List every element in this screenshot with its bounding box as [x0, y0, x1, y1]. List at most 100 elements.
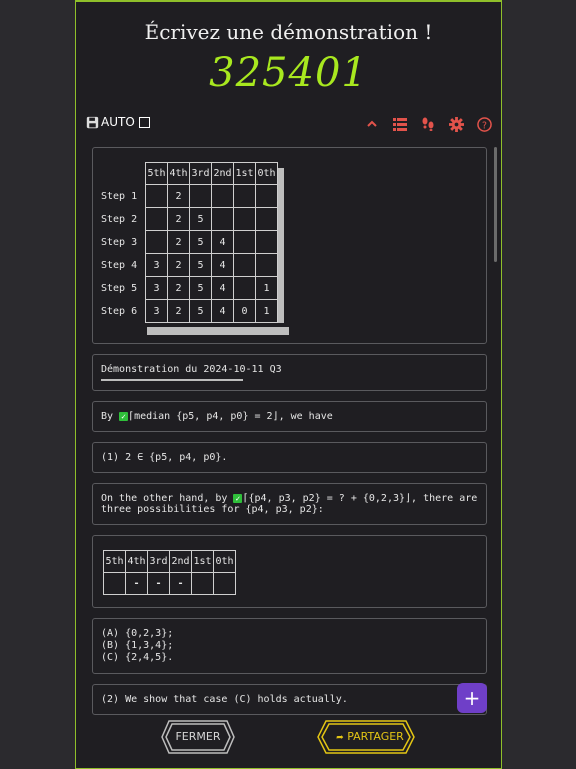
gear-icon[interactable]	[447, 115, 465, 133]
cell: 4	[211, 299, 234, 323]
cell	[255, 230, 278, 254]
cell: 2	[167, 207, 190, 231]
cell	[145, 207, 168, 231]
cell: -	[125, 572, 148, 595]
cell: 5	[189, 299, 212, 323]
cell: 3	[145, 276, 168, 300]
puzzle-code: 325401	[209, 50, 368, 96]
share-button[interactable]: ➦ PARTAGER	[317, 720, 415, 754]
para2-text: (1) 2 ∈ {p5, p4, p0}.	[101, 452, 228, 463]
scrollbar[interactable]	[494, 147, 497, 262]
row-label: Step 2	[101, 213, 138, 225]
share-text: PARTAGER	[347, 730, 404, 743]
steps-table-wrap: 5th 4th 3rd 2nd 1st 0th Step 1 2 Step 2 …	[101, 162, 478, 323]
cell: 1	[255, 276, 278, 300]
tool-icons: ?	[363, 115, 493, 133]
cell: 2	[167, 230, 190, 254]
cell: 2	[167, 253, 190, 277]
possibility-table: 5th 4th 3rd 2nd 1st 0th - - -	[103, 550, 236, 595]
cell	[213, 572, 236, 595]
chevron-up-icon[interactable]	[363, 115, 381, 133]
para1-text: ⌈median {p5, p4, p0} = 2⌋, we have	[128, 411, 333, 422]
cell	[103, 572, 126, 595]
close-button[interactable]: FERMER	[161, 720, 235, 754]
cell	[233, 230, 256, 254]
save-icon[interactable]	[86, 116, 99, 129]
close-label: FERMER	[175, 730, 221, 743]
autosave-control[interactable]: AUTO	[86, 115, 150, 129]
col-header: 1st	[233, 162, 256, 185]
col-header: 2nd	[211, 162, 234, 185]
cell	[255, 184, 278, 208]
list-icon[interactable]	[391, 115, 409, 133]
cell: 5	[189, 230, 212, 254]
col-header: 0th	[213, 550, 236, 573]
option-line: (B) {1,3,4};	[101, 640, 174, 651]
cell: 0	[233, 299, 256, 323]
cell: 3	[145, 253, 168, 277]
cell: 2	[167, 299, 190, 323]
dialog: Écrivez une démonstration ! 325401 AUTO	[75, 0, 502, 769]
cell: -	[147, 572, 170, 595]
cell	[211, 184, 234, 208]
col-header: 0th	[255, 162, 278, 185]
option-line: (A) {0,2,3};	[101, 628, 174, 639]
demo-title-card: Démonstration du 2024-10-11 Q3	[92, 354, 487, 391]
cell	[189, 184, 212, 208]
cell	[145, 184, 168, 208]
cell	[255, 253, 278, 277]
demo-title: Démonstration du 2024-10-11 Q3	[101, 364, 282, 375]
row-label: Step 6	[101, 305, 138, 317]
col-header: 3rd	[189, 162, 212, 185]
help-icon[interactable]: ?	[475, 115, 493, 133]
table-shadow-right	[278, 168, 284, 323]
options-card: (A) {0,2,3}; (B) {1,3,4}; (C) {2,4,5}.	[92, 618, 487, 674]
check-icon: ✓	[119, 411, 129, 421]
cell: 5	[189, 276, 212, 300]
add-button[interactable]: +	[457, 683, 487, 713]
para1-prefix: By	[101, 411, 120, 422]
proof-content[interactable]: 5th 4th 3rd 2nd 1st 0th Step 1 2 Step 2 …	[92, 147, 487, 717]
table-shadow-bottom	[147, 327, 289, 335]
cell	[233, 253, 256, 277]
row-label: Step 1	[101, 190, 138, 202]
cell: 2	[167, 184, 190, 208]
col-header: 5th	[145, 162, 168, 185]
corner-cell	[101, 163, 146, 185]
cell: 4	[211, 276, 234, 300]
footprints-icon[interactable]	[419, 115, 437, 133]
para2-card: (1) 2 ∈ {p5, p4, p0}.	[92, 442, 487, 473]
para3-prefix: On the other hand, by	[101, 493, 234, 504]
col-header: 5th	[103, 550, 126, 573]
steps-table: 5th 4th 3rd 2nd 1st 0th Step 1 2 Step 2 …	[101, 162, 278, 323]
cell: 4	[211, 253, 234, 277]
cell	[233, 276, 256, 300]
cell	[211, 207, 234, 231]
svg-text:?: ?	[482, 120, 487, 131]
share-icon: ➦	[336, 733, 344, 743]
share-label: ➦ PARTAGER	[317, 730, 415, 743]
cell: 4	[211, 230, 234, 254]
row-label: Step 4	[101, 259, 138, 271]
para1-card: By ✓ ⌈median {p5, p4, p0} = 2⌋, we have	[92, 401, 487, 432]
bottom-actions: FERMER ➦ PARTAGER	[76, 718, 501, 758]
cell: -	[169, 572, 192, 595]
para3-card: On the other hand, by ✓ ⌈{p4, p3, p2} = ?…	[92, 483, 487, 525]
toolbar: AUTO ?	[86, 115, 493, 135]
auto-checkbox[interactable]	[138, 116, 150, 128]
cell	[233, 207, 256, 231]
cell	[233, 184, 256, 208]
cell	[191, 572, 214, 595]
col-header: 4th	[167, 162, 190, 185]
title-underline	[101, 379, 243, 381]
cell: 5	[189, 253, 212, 277]
auto-label: AUTO	[101, 115, 135, 129]
dialog-title: Écrivez une démonstration !	[144, 20, 433, 44]
row-label: Step 5	[101, 282, 138, 294]
col-header: 3rd	[147, 550, 170, 573]
cell	[255, 207, 278, 231]
row-label: Step 3	[101, 236, 138, 248]
option-line: (C) {2,4,5}.	[101, 652, 174, 663]
cell	[145, 230, 168, 254]
para4-card: (2) We show that case (C) holds actually…	[92, 684, 487, 715]
